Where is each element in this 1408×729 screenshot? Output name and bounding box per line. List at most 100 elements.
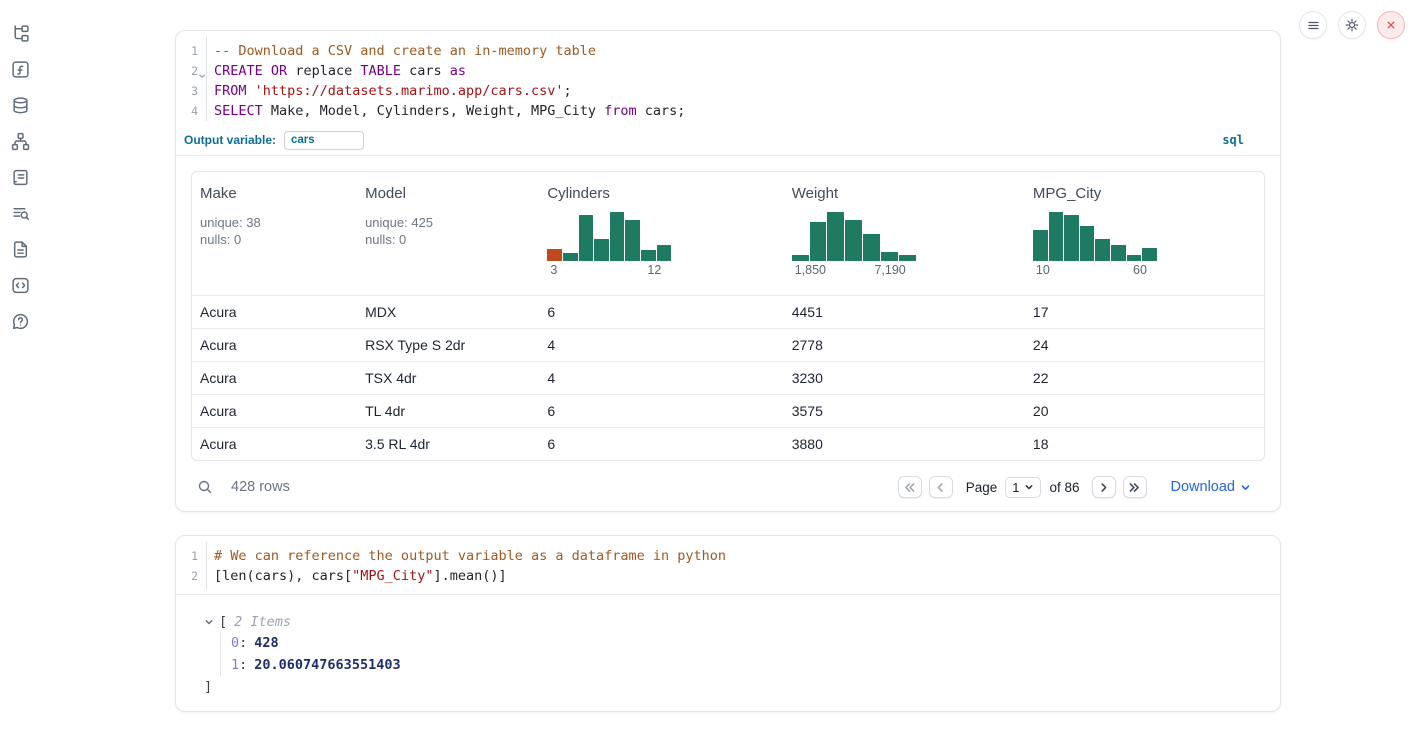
histogram-bar <box>899 255 916 261</box>
first-page-button[interactable] <box>898 476 922 498</box>
table-row: AcuraTSX 4dr4323022 <box>192 361 1264 394</box>
dependency-graph-icon <box>11 132 30 151</box>
code-token: FROM <box>214 83 247 99</box>
histogram: 1060 <box>1033 209 1157 277</box>
sidebar <box>0 0 48 729</box>
sidebar-item-dependency-graph[interactable] <box>11 131 31 151</box>
next-page-button[interactable] <box>1092 476 1116 498</box>
items-count: 2 Items <box>234 614 291 630</box>
download-label: Download <box>1171 479 1236 495</box>
table-cell: 4 <box>539 370 783 386</box>
sidebar-item-table-of-contents[interactable] <box>11 203 31 223</box>
code-line: 4SELECT Make, Model, Cylinders, Weight, … <box>176 101 1280 121</box>
tree-entry-value: 428 <box>254 635 278 651</box>
column-header[interactable]: MPG_City1060 <box>1025 185 1264 295</box>
code-token: from <box>604 103 637 119</box>
axis-min-label: 1,850 <box>795 263 826 277</box>
axis-max-label: 7,190 <box>874 263 905 277</box>
tree-entry: 0:428 <box>231 632 1268 654</box>
table-cell: Acura <box>192 436 357 452</box>
code-token: TABLE <box>360 63 401 79</box>
table-cell: 2778 <box>784 337 1025 353</box>
code-token: replace <box>287 63 360 79</box>
histogram-bar <box>563 253 578 261</box>
column-header-label: Make <box>200 185 357 202</box>
shutdown-button[interactable] <box>1377 11 1405 39</box>
scroll-icon <box>11 168 30 187</box>
histogram-bar <box>827 212 844 261</box>
tree-entry: 1:20.060747663551403 <box>231 654 1268 676</box>
table-cell: 4 <box>539 337 783 353</box>
code-text: SELECT Make, Model, Cylinders, Weight, M… <box>206 103 685 119</box>
last-page-button[interactable] <box>1123 476 1147 498</box>
collapse-chevron-icon[interactable] <box>204 617 214 627</box>
sidebar-item-snippets[interactable] <box>11 275 31 295</box>
histogram-axis-labels: 312 <box>547 263 671 277</box>
help-icon <box>11 312 30 331</box>
column-header[interactable]: Makeunique: 38nulls: 0 <box>192 185 357 295</box>
fold-chevron-icon[interactable] <box>198 72 206 80</box>
line-number-text: 2 <box>191 64 198 78</box>
table-cell: 6 <box>539 304 783 320</box>
table-row: Acura3.5 RL 4dr6388018 <box>192 427 1264 460</box>
page-select-value: 1 <box>1012 480 1019 495</box>
search-icon <box>197 479 213 495</box>
sidebar-item-help[interactable] <box>11 311 31 331</box>
column-header[interactable]: Cylinders312 <box>539 185 783 295</box>
download-button[interactable]: Download <box>1171 479 1252 495</box>
code-token: Make, Model, Cylinders, Weight, MPG_City <box>263 103 604 119</box>
bracket-close: ] <box>190 676 1268 697</box>
histogram-bar <box>594 239 609 261</box>
page-select[interactable]: 1 <box>1005 477 1041 498</box>
code-token: 'https://datasets.marimo.app/cars.csv' <box>255 83 564 99</box>
code-text: -- Download a CSV and create an in-memor… <box>206 43 596 59</box>
table-row: AcuraTL 4dr6357520 <box>192 394 1264 427</box>
tree-entry-colon: : <box>239 657 247 673</box>
sidebar-item-logs[interactable] <box>11 167 31 187</box>
sidebar-item-file-explorer[interactable] <box>11 23 31 43</box>
chevron-down-icon <box>1240 482 1251 493</box>
code-token: cars; <box>637 103 686 119</box>
table-cell: RSX Type S 2dr <box>357 337 539 353</box>
settings-button[interactable] <box>1338 11 1366 39</box>
column-header[interactable]: Modelunique: 425nulls: 0 <box>357 185 539 295</box>
histogram-bars <box>792 209 916 261</box>
prev-page-button[interactable] <box>929 476 953 498</box>
output-variable-input[interactable] <box>284 131 364 150</box>
axis-max-label: 12 <box>647 263 661 277</box>
function-square-icon <box>11 60 30 79</box>
chevron-left-icon <box>934 481 947 494</box>
tree-entry-key: 0 <box>231 635 239 651</box>
histogram-bar <box>579 215 594 261</box>
code-token: OR <box>271 63 287 79</box>
histogram: 312 <box>547 209 671 277</box>
sql-code-editor[interactable]: 1-- Download a CSV and create an in-memo… <box>176 31 1280 125</box>
output-variable-label: Output variable: <box>184 133 276 147</box>
marimo-notebook: 1 -- Download a CSV and create an in-memo… <box>0 0 1408 729</box>
column-header[interactable]: Weight 1,850 7,190 <box>784 185 1025 295</box>
code-token: SELECT <box>214 103 263 119</box>
histogram-bar <box>1142 248 1157 261</box>
fold-toggle[interactable] <box>198 69 206 83</box>
python-code-editor[interactable]: 1# We can reference the output variable … <box>176 536 1280 595</box>
menu-button[interactable] <box>1299 11 1327 39</box>
code-token: # We can reference the output variable a… <box>214 548 726 564</box>
sidebar-item-data-sources[interactable] <box>11 95 31 115</box>
code-line: 1# We can reference the output variable … <box>176 546 1280 566</box>
python-output: [ 2 Items 0:4281:20.060747663551403 ] <box>176 595 1280 707</box>
histogram-bar <box>810 222 827 261</box>
code-token: ].mean()] <box>433 568 506 584</box>
histogram-bar <box>610 212 625 261</box>
histogram-bar <box>547 249 562 261</box>
table-cell: 3.5 RL 4dr <box>357 436 539 452</box>
sidebar-item-documentation[interactable] <box>11 239 31 259</box>
histogram-axis-labels: 1060 <box>1033 263 1157 277</box>
sidebar-item-variables[interactable] <box>11 59 31 79</box>
search-button[interactable] <box>197 479 213 495</box>
sql-cell: 1 -- Download a CSV and create an in-memo… <box>175 30 1281 512</box>
sql-cell-footer: Output variable: sql <box>176 125 1280 156</box>
sql-output-area: Makeunique: 38nulls: 0Modelunique: 425nu… <box>176 156 1280 519</box>
column-header-label: Weight <box>792 185 1025 202</box>
page-count: of 86 <box>1049 480 1079 495</box>
tree-entry-value: 20.060747663551403 <box>254 657 400 673</box>
